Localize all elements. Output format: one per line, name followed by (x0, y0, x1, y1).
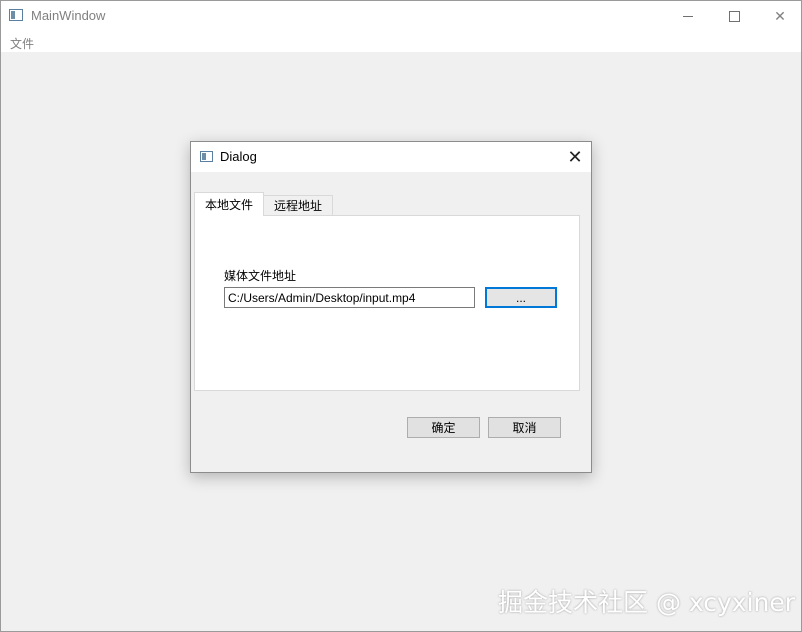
tab-local-file[interactable]: 本地文件 (194, 192, 264, 216)
window-title: MainWindow (31, 8, 106, 23)
tab-pane-local-file: 媒体文件地址 ... (194, 215, 580, 391)
minimize-icon (683, 15, 693, 17)
close-icon: ✕ (774, 7, 786, 24)
maximize-button[interactable] (711, 1, 757, 31)
menubar: 文件 (1, 31, 801, 52)
dialog-title: Dialog (220, 149, 257, 164)
media-path-label: 媒体文件地址 (224, 269, 297, 283)
ok-button[interactable]: 确定 (407, 417, 480, 438)
browse-button[interactable]: ... (485, 287, 557, 308)
dialog-close-button[interactable]: ✕ (561, 146, 589, 168)
dialog-icon (200, 151, 213, 162)
maximize-icon (728, 10, 740, 22)
menu-file[interactable]: 文件 (10, 35, 34, 52)
close-icon: ✕ (567, 146, 583, 167)
main-titlebar: MainWindow ✕ (1, 1, 801, 31)
close-button[interactable]: ✕ (757, 1, 802, 31)
cancel-button[interactable]: 取消 (488, 417, 561, 438)
tab-remote-address[interactable]: 远程地址 (264, 195, 333, 216)
minimize-button[interactable] (665, 1, 711, 31)
dialog-window: Dialog ✕ 本地文件 远程地址 媒体文件地址 ... 确定 取消 (190, 141, 592, 473)
dialog-titlebar: Dialog ✕ (191, 142, 591, 172)
app-icon (9, 9, 23, 21)
watermark-text: 掘金技术社区 @ xcyxiner (498, 588, 796, 617)
media-path-input[interactable] (224, 287, 475, 308)
